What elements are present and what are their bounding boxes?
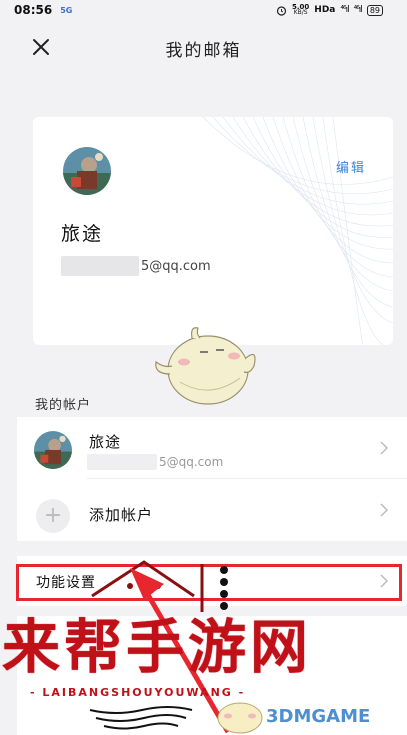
network-badge: 5G [60, 5, 73, 15]
email-redaction [61, 256, 139, 276]
avatar-image [63, 147, 111, 195]
watermark-characters: 来帮手游网 [2, 613, 313, 681]
accounts-list: 旅途 5@qq.com + 添加帐户 [17, 417, 407, 541]
hd-label: HDa [314, 5, 336, 15]
account-name: 旅途 [89, 433, 122, 451]
mascot-chick-icon [155, 327, 256, 405]
profile-avatar[interactable] [63, 147, 111, 195]
section-label-my-accounts: 我的帐户 [35, 398, 92, 413]
email-redaction [87, 454, 157, 470]
account-email-suffix: 5@qq.com [159, 455, 224, 469]
page-title: 我的邮箱 [165, 41, 242, 61]
watermark-waves-icon [89, 706, 193, 730]
battery-indicator: 89 [366, 4, 383, 16]
signal-1: ⁴⁶ıl [340, 5, 349, 15]
account-row[interactable]: 旅途 5@qq.com [17, 417, 407, 479]
plus-icon: + [36, 499, 70, 533]
signal-2: ⁴⁶ıl [353, 5, 363, 15]
edit-button[interactable]: 编辑 [336, 157, 366, 176]
status-time: 08:56 [14, 3, 53, 17]
header: 我的邮箱 [0, 22, 407, 72]
chevron-right-icon [380, 503, 389, 517]
watermark-chick-icon [217, 702, 263, 734]
chevron-right-icon [380, 441, 389, 455]
account-email: 5@qq.com [87, 454, 223, 470]
account-avatar [34, 431, 72, 469]
my-mailbox-screen: 08:56 5G 5.00 KB/S HDa ⁴⁶ıl ⁴⁶ıl 89 我的邮箱 [0, 0, 407, 735]
add-account-label: 添加帐户 [89, 506, 154, 524]
add-account-row[interactable]: + 添加帐户 [17, 479, 407, 541]
chevron-right-icon [380, 574, 389, 588]
alarm-icon [276, 5, 287, 16]
net-speed: 5.00 KB/S [292, 4, 309, 16]
profile-card: 编辑 旅途 5@qq.com [33, 117, 393, 345]
status-bar: 08:56 5G 5.00 KB/S HDa ⁴⁶ıl ⁴⁶ıl 89 [0, 0, 407, 20]
avatar-image [34, 431, 72, 469]
profile-email-suffix: 5@qq.com [141, 258, 211, 274]
net-speed-unit: KB/S [293, 9, 308, 16]
profile-name: 旅途 [61, 223, 104, 245]
profile-email: 5@qq.com [61, 256, 211, 276]
watermark-brand: 3DMGAME [266, 706, 371, 727]
